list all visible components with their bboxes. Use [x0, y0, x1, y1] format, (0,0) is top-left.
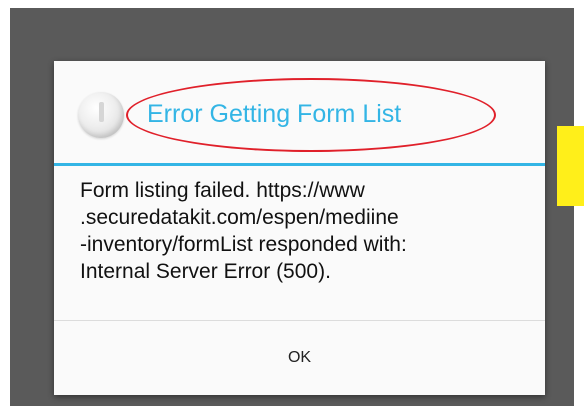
message-line: Form listing failed. https://www: [80, 179, 365, 202]
info-icon: [78, 92, 124, 138]
message-line: .securedatakit.com/espen/mediine: [80, 206, 399, 229]
yellow-highlight-box: [557, 126, 584, 206]
error-dialog: Error Getting Form List Form listing fai…: [54, 61, 545, 395]
message-line: Internal Server Error (500).: [80, 260, 331, 283]
dialog-header: Error Getting Form List: [54, 61, 545, 163]
ok-button[interactable]: OK: [54, 321, 545, 395]
title-annotation-circle: [126, 78, 496, 152]
dialog-message: Form listing failed. https://www .secure…: [80, 177, 530, 285]
message-line: -inventory/formList responded with:: [80, 233, 407, 256]
header-divider: [54, 163, 545, 166]
